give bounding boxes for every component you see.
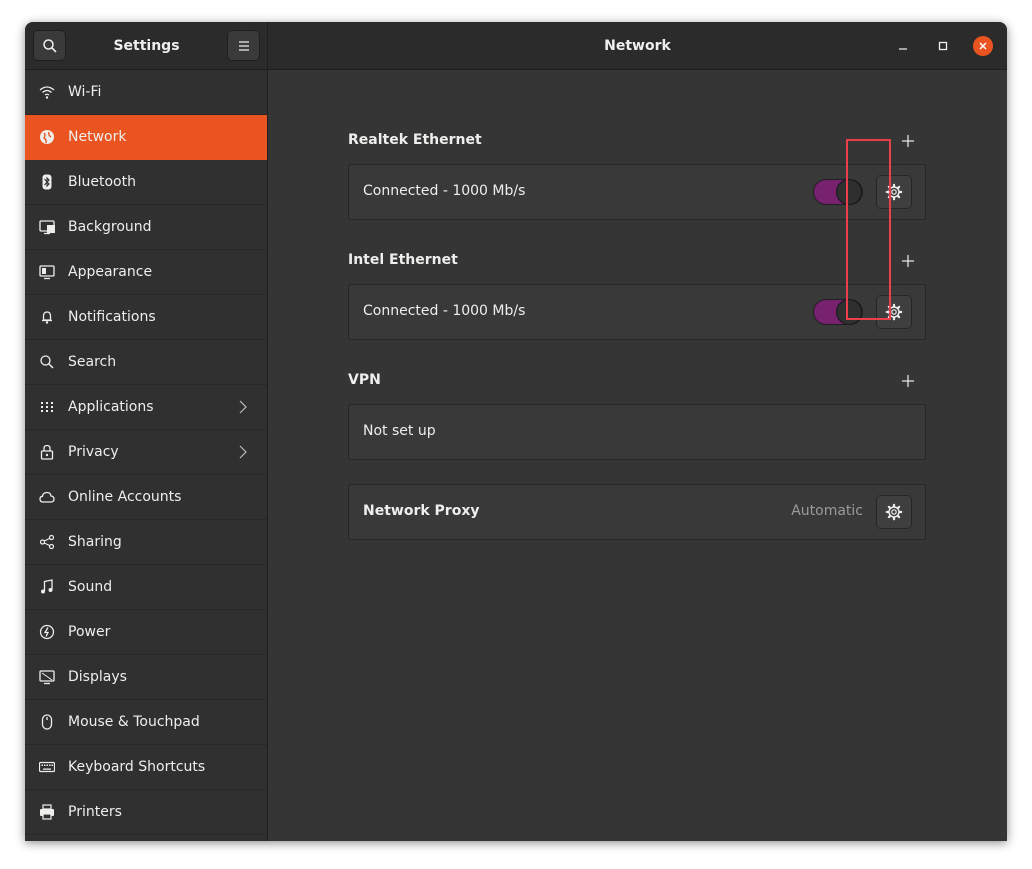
sidebar-item-label: Privacy [68, 444, 119, 460]
network-proxy-value: Automatic [791, 503, 863, 519]
search-icon [42, 38, 57, 53]
sidebar-item-label: Network [68, 129, 127, 145]
appearance-icon [39, 264, 55, 280]
sidebar-item-label: Search [68, 354, 117, 370]
hamburger-icon [238, 40, 249, 51]
sidebar-item-applications[interactable]: Applications [25, 385, 267, 430]
cloud-icon [39, 489, 55, 505]
realtek-ethernet-title: Realtek Ethernet [348, 132, 482, 148]
sidebar-item-label: Applications [68, 399, 154, 415]
bell-icon [39, 309, 55, 325]
network-proxy-row[interactable]: Network Proxy Automatic [348, 484, 926, 540]
sidebar-item-label: Power [68, 624, 111, 640]
chevron-right-icon [239, 400, 247, 414]
sidebar-item-background[interactable]: Background [25, 205, 267, 250]
search-button[interactable] [33, 30, 66, 61]
intel-ethernet-title: Intel Ethernet [348, 252, 458, 268]
mouse-icon [39, 714, 55, 730]
network-icon [39, 129, 55, 145]
sidebar-item-label: Printers [68, 804, 122, 820]
share-icon [39, 534, 55, 550]
realtek-status: Connected - 1000 Mb/s [363, 183, 526, 199]
settings-window: Settings Network Wi-Fi Network Bluetooth… [25, 22, 1007, 841]
chevron-right-icon [239, 445, 247, 459]
add-realtek-connection-plus-icon[interactable] [901, 134, 915, 148]
sidebar-item-label: Appearance [68, 264, 153, 280]
power-icon [39, 624, 55, 640]
sidebar-item-label: Sharing [68, 534, 122, 550]
sidebar-item-label: Keyboard Shortcuts [68, 759, 206, 775]
sidebar-item-label: Sound [68, 579, 113, 595]
sidebar-item-network[interactable]: Network [25, 115, 267, 160]
close-icon [979, 42, 987, 50]
bluetooth-icon [39, 174, 55, 190]
minimize-button[interactable] [893, 36, 913, 56]
printer-icon [39, 804, 55, 820]
sidebar-item-online-accounts[interactable]: Online Accounts [25, 475, 267, 520]
search-icon [39, 354, 55, 370]
intel-settings-button[interactable] [876, 295, 912, 329]
lock-icon [39, 444, 55, 460]
realtek-toggle[interactable] [813, 179, 863, 205]
vpn-title: VPN [348, 372, 381, 388]
maximize-icon [938, 41, 948, 51]
sidebar-item-label: Online Accounts [68, 489, 182, 505]
background-icon [39, 219, 55, 235]
sidebar-item-power[interactable]: Power [25, 610, 267, 655]
sidebar-item-notifications[interactable]: Notifications [25, 295, 267, 340]
proxy-settings-button[interactable] [876, 495, 912, 529]
sidebar-item-displays[interactable]: Displays [25, 655, 267, 700]
display-icon [39, 669, 55, 685]
sidebar-item-label: Mouse & Touchpad [68, 714, 200, 730]
intel-ethernet-row: Connected - 1000 Mb/s [348, 284, 926, 340]
realtek-settings-button[interactable] [876, 175, 912, 209]
sidebar-item-label: Notifications [68, 309, 156, 325]
sidebar-item-bluetooth[interactable]: Bluetooth [25, 160, 267, 205]
gear-icon [885, 183, 903, 201]
sidebar: Wi-Fi Network Bluetooth Background Appea… [25, 70, 268, 841]
sidebar-item-printers[interactable]: Printers [25, 790, 267, 835]
sidebar-item-label: Background [68, 219, 152, 235]
sidebar-item-keyboard-shortcuts[interactable]: Keyboard Shortcuts [25, 745, 267, 790]
sidebar-item-sharing[interactable]: Sharing [25, 520, 267, 565]
sidebar-item-label: Displays [68, 669, 127, 685]
hamburger-menu-button[interactable] [227, 30, 260, 61]
add-intel-connection-plus-icon[interactable] [901, 254, 915, 268]
close-button[interactable] [973, 36, 993, 56]
minimize-icon [899, 48, 907, 50]
intel-status: Connected - 1000 Mb/s [363, 303, 526, 319]
intel-toggle[interactable] [813, 299, 863, 325]
sidebar-item-wifi[interactable]: Wi-Fi [25, 70, 267, 115]
vpn-row: Not set up [348, 404, 926, 460]
keyboard-icon [39, 759, 55, 775]
sidebar-item-search[interactable]: Search [25, 340, 267, 385]
apps-grid-icon [39, 399, 55, 415]
sidebar-item-sound[interactable]: Sound [25, 565, 267, 610]
toggle-knob [836, 299, 862, 325]
maximize-button[interactable] [933, 36, 953, 56]
add-vpn-plus-icon[interactable] [901, 374, 915, 388]
sidebar-item-label: Wi-Fi [68, 84, 102, 100]
gear-icon [885, 503, 903, 521]
toggle-knob [836, 179, 862, 205]
realtek-ethernet-row: Connected - 1000 Mb/s [348, 164, 926, 220]
sidebar-item-label: Bluetooth [68, 174, 136, 190]
gear-icon [885, 303, 903, 321]
sidebar-item-privacy[interactable]: Privacy [25, 430, 267, 475]
header-bar: Settings Network [25, 22, 1007, 70]
sidebar-item-mouse-touchpad[interactable]: Mouse & Touchpad [25, 700, 267, 745]
music-note-icon [39, 579, 55, 595]
network-panel: Realtek Ethernet Connected - 1000 Mb/s I… [268, 70, 1007, 841]
network-proxy-label: Network Proxy [363, 503, 480, 519]
vpn-status: Not set up [363, 423, 436, 439]
sidebar-item-appearance[interactable]: Appearance [25, 250, 267, 295]
wifi-icon [39, 84, 55, 100]
